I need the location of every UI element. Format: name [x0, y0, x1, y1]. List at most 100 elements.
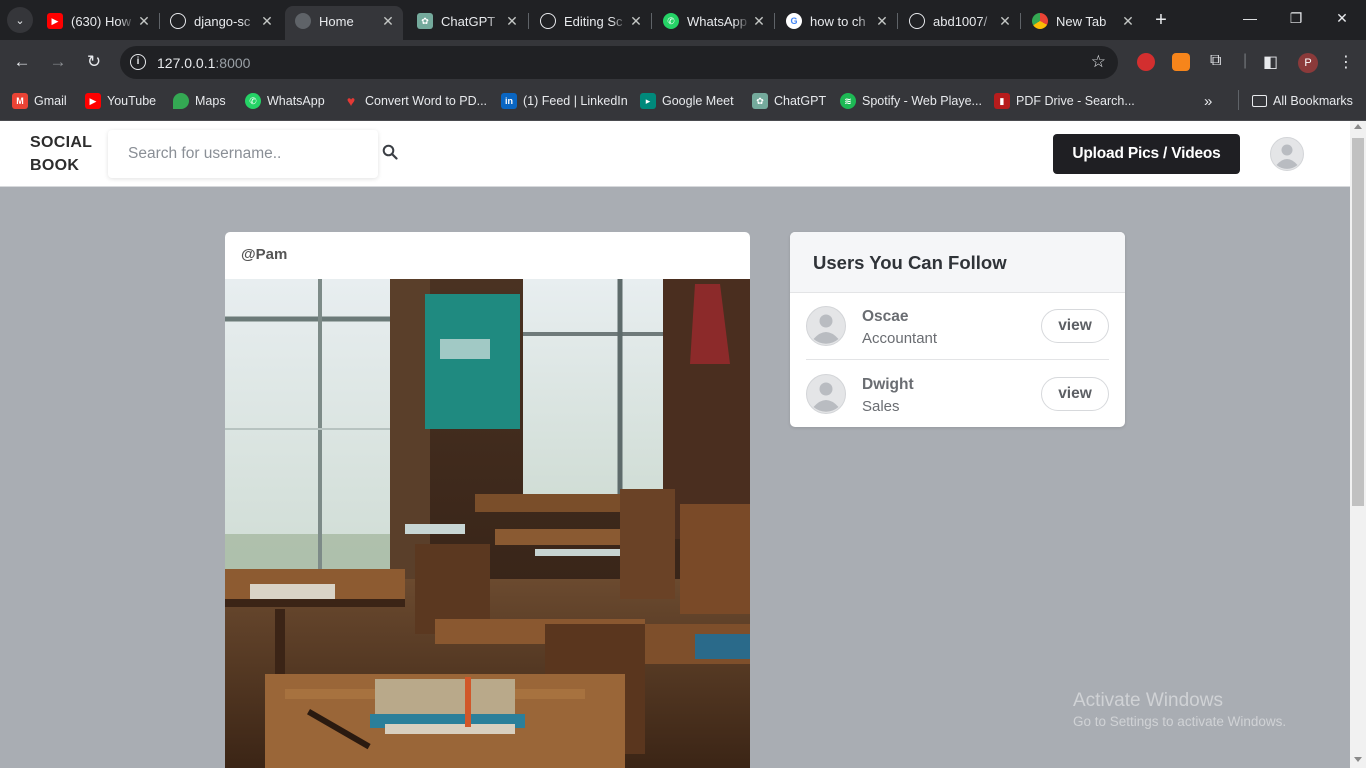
follow-card-title: Users You Can Follow — [790, 232, 1125, 293]
youtube-icon: ▶ — [85, 93, 101, 109]
toolbar-divider: | — [1243, 52, 1248, 69]
site-logo[interactable]: SOCIAL BOOK — [30, 131, 92, 177]
follow-user-row: Dwight Sales view — [806, 361, 1109, 427]
spotify-icon: ≋ — [840, 93, 856, 109]
users-to-follow-card: Users You Can Follow Oscae Accountant vi… — [790, 232, 1125, 427]
bookmark-convert-word[interactable]: ♥ Convert Word to PD... — [343, 92, 487, 110]
adblock-extension-icon[interactable] — [1137, 53, 1155, 71]
bookmarks-divider — [1238, 90, 1239, 110]
close-icon[interactable]: ✕ — [627, 13, 645, 30]
maps-icon — [173, 93, 189, 109]
reload-icon[interactable]: ↻ — [83, 52, 105, 72]
close-icon[interactable]: ✕ — [135, 13, 153, 30]
more-bookmarks-chevron-icon[interactable]: » — [1204, 92, 1212, 110]
side-panel-icon[interactable]: ◧ — [1263, 52, 1278, 72]
follow-user-row: Oscae Accountant view — [806, 293, 1109, 360]
bookmark-maps[interactable]: Maps — [173, 92, 226, 110]
gmail-icon: M — [12, 93, 28, 109]
address-bar[interactable]: i 127.0.0.1:8000 ☆ — [120, 46, 1118, 79]
upload-button[interactable]: Upload Pics / Videos — [1053, 134, 1240, 174]
globe-icon — [295, 13, 311, 29]
follow-user-role: Sales — [862, 398, 900, 415]
bookmark-google-meet[interactable]: ▸ Google Meet — [640, 92, 734, 110]
view-profile-button[interactable]: view — [1041, 377, 1109, 411]
close-icon[interactable]: ✕ — [1119, 13, 1137, 30]
search-box — [108, 130, 378, 178]
search-icon[interactable] — [382, 144, 398, 160]
post-card: @Pam — [225, 232, 750, 768]
pdf-icon: ▮ — [994, 93, 1010, 109]
follow-user-role: Accountant — [862, 330, 938, 347]
tab-title: how to ch — [810, 13, 866, 29]
tab-strip: ⌄ ▶ (630) How ✕ django-sc ✕ Home ✕ ✿ Cha… — [0, 0, 1366, 40]
whatsapp-icon: ✆ — [663, 13, 679, 29]
tab-editing[interactable]: Editing Sc ✕ — [530, 6, 651, 36]
tab-home[interactable]: Home ✕ — [285, 6, 403, 40]
tab-title: (630) How — [71, 13, 131, 29]
bookmark-linkedin[interactable]: in (1) Feed | LinkedIn — [501, 92, 628, 110]
window-close-icon[interactable]: ✕ — [1330, 10, 1354, 27]
metamask-extension-icon[interactable] — [1172, 53, 1190, 71]
tab-django[interactable]: django-sc ✕ — [160, 6, 282, 36]
forward-icon[interactable]: → — [47, 52, 69, 72]
back-icon[interactable]: ← — [11, 52, 33, 72]
follow-user-name[interactable]: Dwight — [862, 376, 914, 394]
tab-title: WhatsApp — [687, 13, 747, 29]
close-icon[interactable]: ✕ — [750, 13, 768, 30]
post-image[interactable] — [225, 279, 750, 768]
tab-title: ChatGPT — [441, 13, 496, 29]
tab-youtube[interactable]: ▶ (630) How ✕ — [37, 6, 159, 36]
tab-title: django-sc — [194, 13, 251, 29]
tab-whatsapp[interactable]: ✆ WhatsApp ✕ — [653, 6, 774, 36]
github-icon — [540, 13, 556, 29]
close-icon[interactable]: ✕ — [996, 13, 1014, 30]
view-profile-button[interactable]: view — [1041, 309, 1109, 343]
bookmark-whatsapp[interactable]: ✆ WhatsApp — [245, 92, 325, 110]
tab-title: Home — [319, 13, 354, 29]
follow-user-name[interactable]: Oscae — [862, 308, 909, 326]
bookmark-spotify[interactable]: ≋ Spotify - Web Playe... — [840, 92, 982, 110]
google-icon: G — [786, 13, 802, 29]
user-avatar-icon[interactable] — [1270, 137, 1304, 171]
scroll-down-arrow-icon[interactable] — [1354, 757, 1362, 762]
site-info-icon[interactable]: i — [130, 54, 146, 70]
tab-new-tab[interactable]: New Tab ✕ — [1022, 6, 1143, 36]
tab-title: Editing Sc — [564, 13, 623, 29]
url-text[interactable]: 127.0.0.1:8000 — [157, 55, 250, 71]
bookmark-pdf-drive[interactable]: ▮ PDF Drive - Search... — [994, 92, 1135, 110]
profile-avatar[interactable]: P — [1298, 53, 1318, 73]
close-icon[interactable]: ✕ — [873, 13, 891, 30]
tab-abd1007[interactable]: abd1007/ ✕ — [899, 6, 1020, 36]
tab-title: abd1007/ — [933, 13, 988, 29]
scroll-up-arrow-icon[interactable] — [1354, 124, 1362, 129]
bookmark-youtube[interactable]: ▶ YouTube — [85, 92, 156, 110]
new-tab-button[interactable]: + — [1150, 9, 1172, 31]
search-input[interactable] — [108, 130, 378, 178]
github-icon — [170, 13, 186, 29]
tab-google-search[interactable]: G how to ch ✕ — [776, 6, 897, 36]
site-header: SOCIAL BOOK Upload Pics / Videos — [0, 121, 1350, 187]
tab-title: New Tab — [1056, 13, 1107, 29]
post-username[interactable]: @Pam — [241, 246, 287, 263]
tab-search-button[interactable]: ⌄ — [7, 7, 33, 33]
close-icon[interactable]: ✕ — [379, 13, 397, 30]
bookmark-star-icon[interactable]: ☆ — [1091, 52, 1106, 72]
close-icon[interactable]: ✕ — [258, 13, 276, 30]
restore-icon[interactable]: ❐ — [1284, 10, 1308, 27]
chatgpt-icon: ✿ — [417, 13, 433, 29]
user-avatar-icon[interactable] — [806, 306, 846, 346]
meet-icon: ▸ — [640, 93, 656, 109]
extensions-puzzle-icon[interactable]: ⧉ — [1210, 52, 1221, 70]
tab-chatgpt[interactable]: ✿ ChatGPT ✕ — [407, 6, 527, 36]
chrome-icon — [1032, 13, 1048, 29]
close-icon[interactable]: ✕ — [503, 13, 521, 30]
user-avatar-icon[interactable] — [806, 374, 846, 414]
minimize-icon[interactable]: — — [1238, 10, 1262, 26]
menu-kebab-icon[interactable]: ⋮ — [1338, 52, 1354, 72]
scrollbar-thumb[interactable] — [1352, 138, 1364, 506]
bookmark-gmail[interactable]: M Gmail — [12, 92, 67, 110]
bookmark-chatgpt[interactable]: ✿ ChatGPT — [752, 92, 826, 110]
heart-icon: ♥ — [346, 93, 356, 109]
all-bookmarks-folder[interactable]: All Bookmarks — [1252, 92, 1353, 110]
youtube-icon: ▶ — [47, 13, 63, 29]
